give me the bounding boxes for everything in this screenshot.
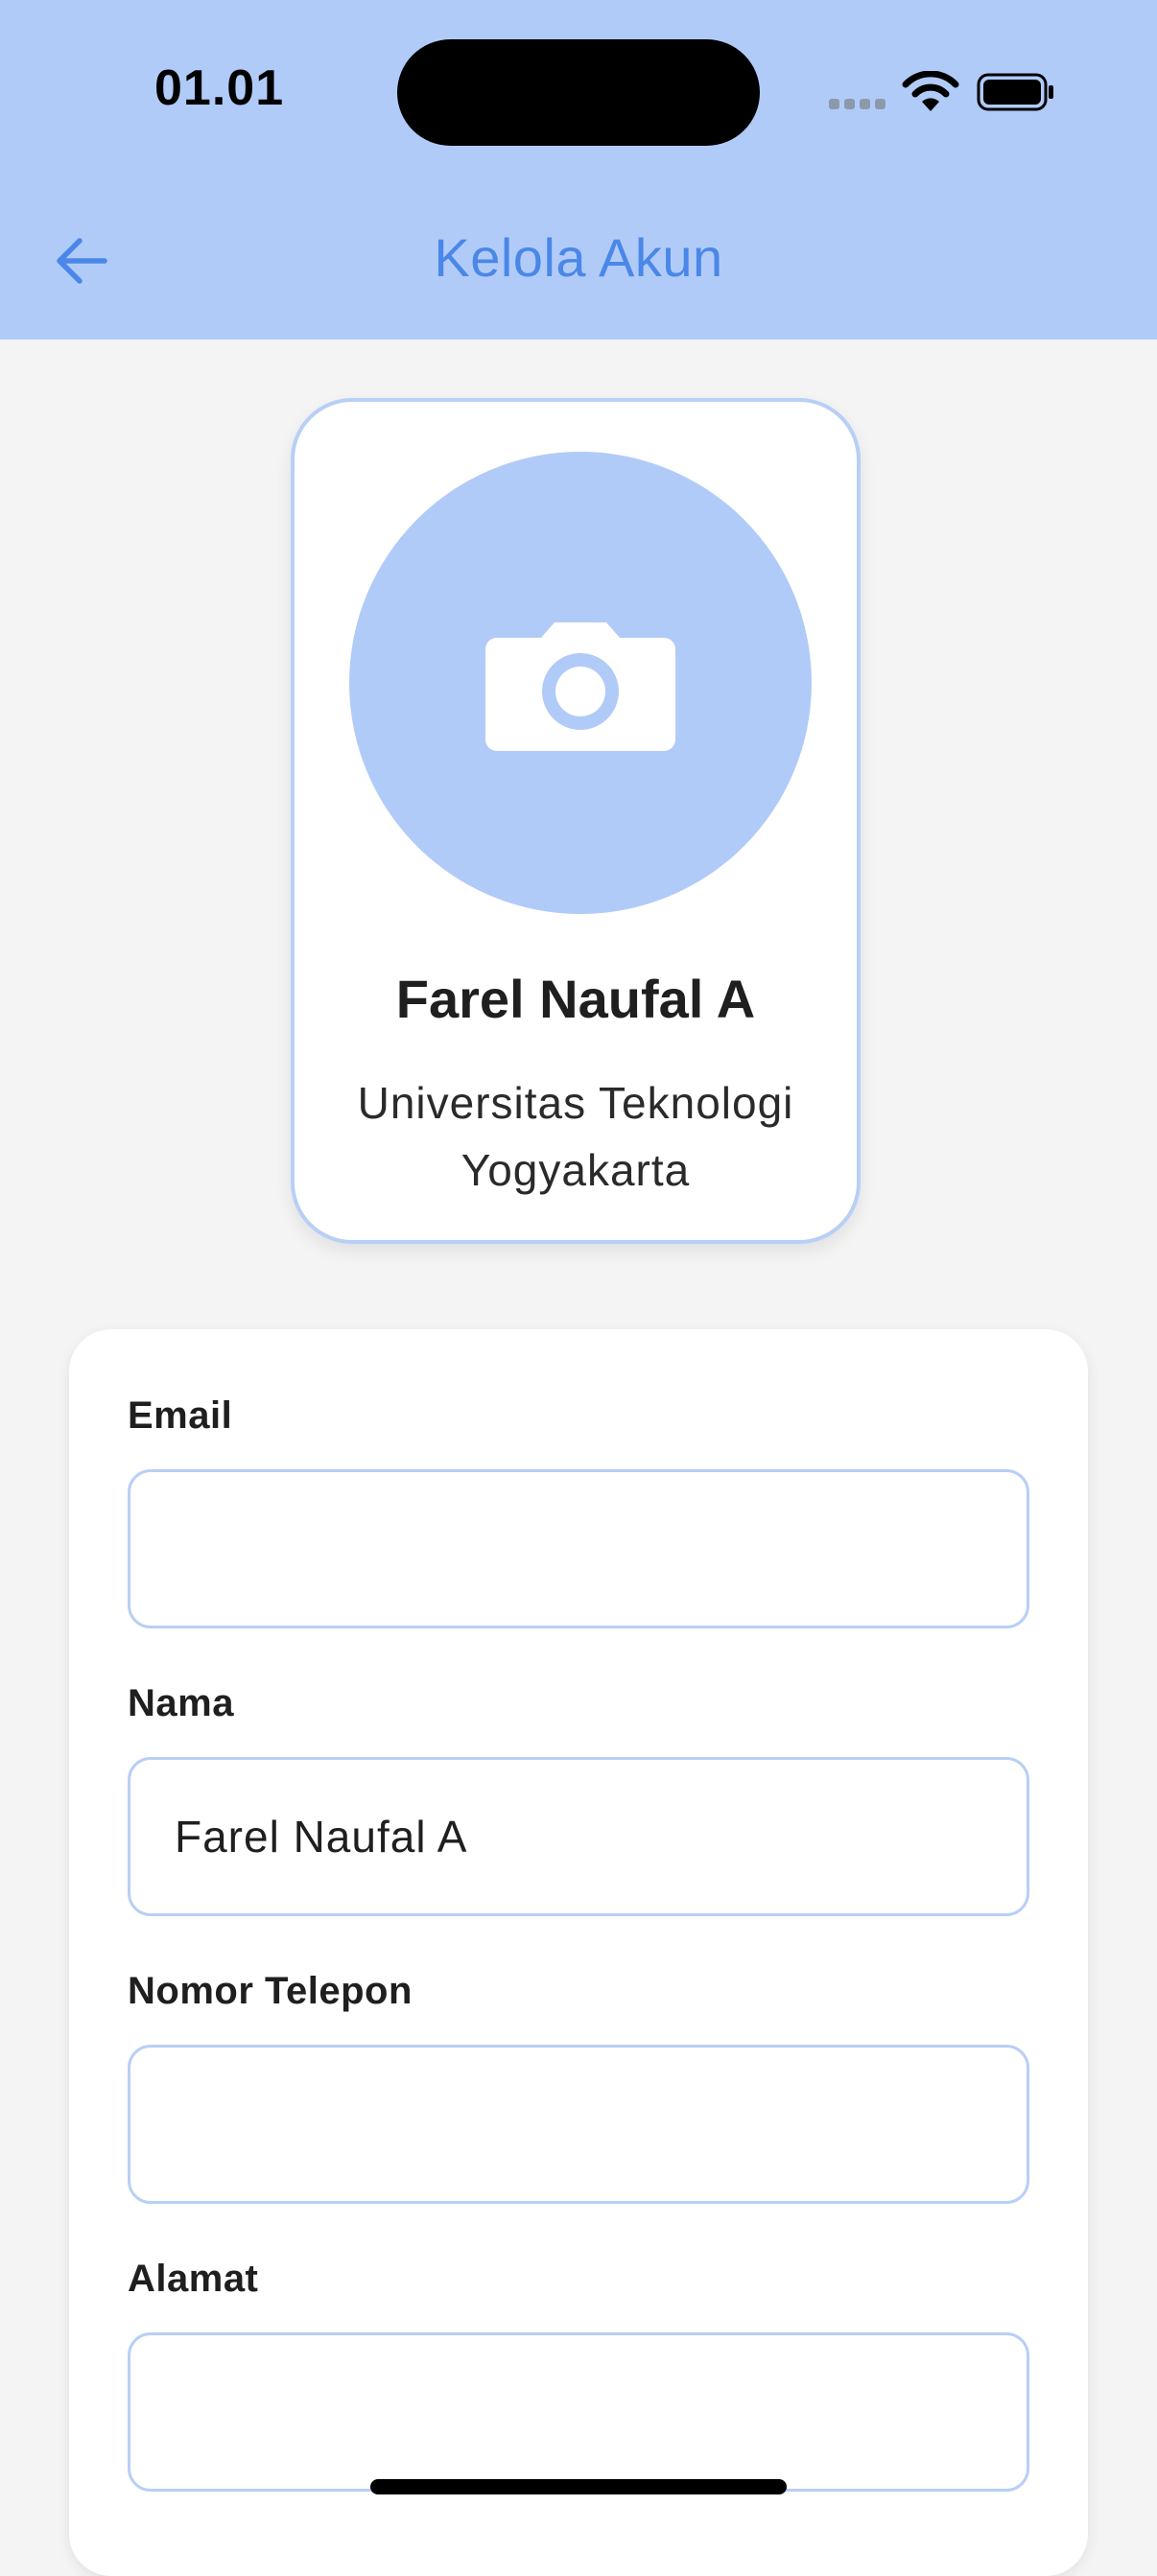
address-label: Alamat <box>128 2258 259 2300</box>
camera-icon <box>485 622 675 751</box>
dynamic-island <box>397 39 760 146</box>
page-title: Kelola Akun <box>434 227 723 288</box>
profile-name: Farel Naufal A <box>395 969 756 1029</box>
email-label: Email <box>128 1394 233 1437</box>
phone-label: Nomor Telepon <box>128 1970 413 2012</box>
battery-icon <box>977 73 1053 111</box>
home-indicator <box>370 2479 787 2494</box>
app-header: 01.01 Kelola Akun <box>0 0 1157 340</box>
profile-card: Farel Naufal A Universitas Teknologi Yog… <box>291 398 861 1244</box>
avatar-upload[interactable] <box>349 452 812 914</box>
email-field[interactable] <box>128 1469 1029 1628</box>
address-field[interactable] <box>128 2332 1029 2492</box>
cellular-signal-icon <box>829 99 886 110</box>
name-field[interactable] <box>128 1757 1029 1916</box>
account-form: Email Nama Nomor Telepon Alamat <box>69 1329 1088 2576</box>
phone-field[interactable] <box>128 2045 1029 2204</box>
wifi-icon <box>902 71 959 111</box>
name-label: Nama <box>128 1682 234 1724</box>
status-time: 01.01 <box>154 60 285 116</box>
profile-organization: Universitas Teknologi Yogyakarta <box>357 1078 794 1195</box>
